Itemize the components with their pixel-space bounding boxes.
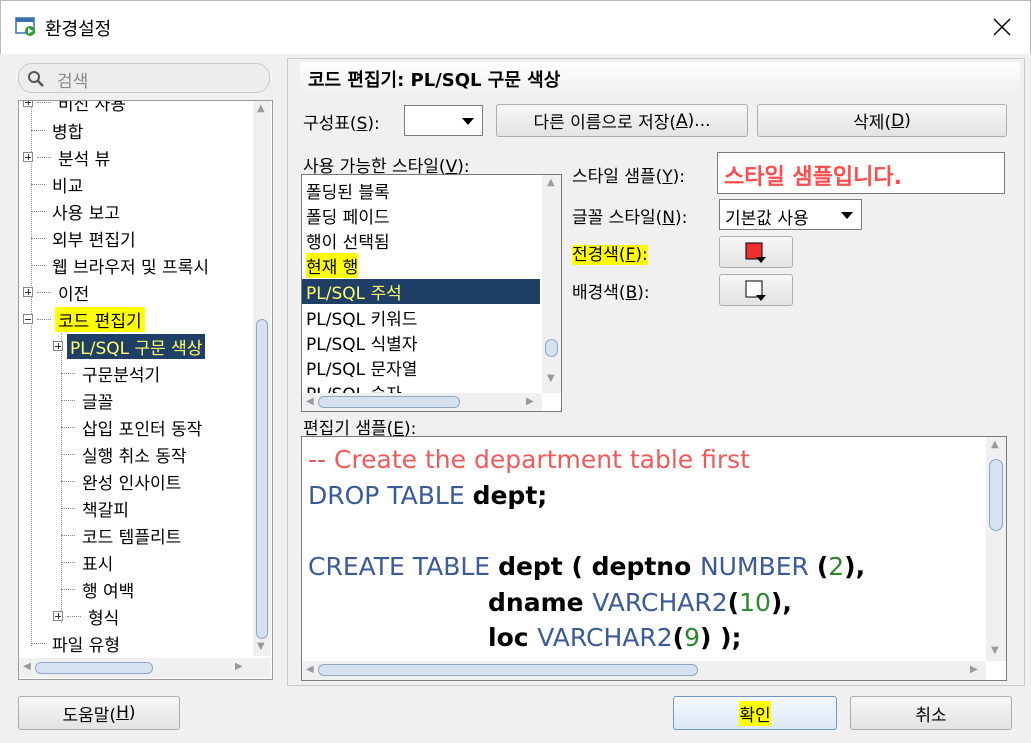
list-item[interactable]: 폴딩 페이드	[302, 203, 540, 228]
tree-item-caret-behavior[interactable]: 삽입 포인터 동작	[61, 414, 205, 440]
expand-icon[interactable]	[53, 611, 63, 621]
ok-button[interactable]: 확인	[673, 696, 837, 730]
tree-item-analysis-view[interactable]: 분석 뷰	[23, 144, 113, 170]
list-item[interactable]: PL/SQL 키워드	[302, 305, 540, 330]
list-item-selected[interactable]: PL/SQL 주석	[302, 279, 540, 304]
list-item[interactable]: 폴딩된 블록	[302, 178, 540, 203]
styles-list[interactable]: 폴딩된 블록 폴딩 페이드 행이 선택됨 현재 행 PL/SQL 주석 PL/S…	[301, 174, 562, 412]
code-line-dname: dname VARCHAR2(10),	[488, 588, 792, 617]
list-item[interactable]: 현재 행	[302, 253, 540, 278]
font-style-label: 글꼴 스타일(N):	[572, 208, 688, 228]
tree-item-completion-insight[interactable]: 완성 인사이트	[61, 468, 184, 494]
font-style-select[interactable]: 기본값 사용	[719, 199, 862, 230]
expand-icon[interactable]	[23, 101, 33, 107]
tree-item-plsql-syntax-colors[interactable]: PL/SQL 구문 색상	[53, 333, 206, 359]
tree-horizontal-scrollbar[interactable]: ◀ ▶	[19, 658, 271, 678]
close-button[interactable]	[981, 9, 1023, 45]
preferences-tree: 비전 사용 병합 분석 뷰 비교 사용 보고 외부 편집기 웹 브라우저 및 프…	[18, 100, 273, 680]
cancel-button[interactable]: 취소	[850, 696, 1012, 730]
styles-horizontal-scrollbar[interactable]: ◀ ▶	[302, 393, 542, 411]
expand-icon[interactable]	[23, 287, 33, 297]
list-item[interactable]: PL/SQL 숫자	[302, 380, 540, 394]
tree-vertical-scrollbar[interactable]: ▲ ▼	[253, 101, 271, 656]
search-icon	[28, 71, 44, 87]
tree-item-external-editor[interactable]: 외부 편집기	[31, 225, 139, 251]
code-comment: -- Create the department table first	[308, 445, 750, 474]
tree-item-file-types[interactable]: 파일 유형	[31, 630, 123, 656]
styles-vertical-scrollbar[interactable]: ▲ ▼	[542, 175, 561, 393]
list-item[interactable]: 행이 선택됨	[302, 228, 540, 253]
chevron-down-icon	[841, 211, 853, 219]
tree-item-font[interactable]: 글꼴	[61, 387, 116, 413]
tree-item-compare[interactable]: 비교	[31, 171, 86, 197]
tree-item-usage-report[interactable]: 사용 보고	[31, 198, 123, 224]
title-bar: 환경설정	[0, 0, 1031, 54]
preferences-dialog: 환경설정 검색 비전 사용 병합 분석 뷰 비교 사용 보고 외부 편집기 웹 …	[0, 0, 1031, 743]
list-item[interactable]: PL/SQL 식별자	[302, 330, 540, 355]
search-input[interactable]: 검색	[18, 63, 270, 93]
tree-item-format[interactable]: 형식	[53, 603, 122, 629]
background-color-button[interactable]	[719, 274, 793, 306]
tree-item-code-editor[interactable]: 코드 편집기	[23, 306, 145, 332]
color-swatch-icon	[745, 242, 766, 263]
scheme-select[interactable]	[404, 105, 483, 136]
collapse-icon[interactable]	[23, 314, 33, 324]
expand-icon[interactable]	[23, 152, 33, 162]
section-title: 코드 편집기: PL/SQL 구문 색상	[300, 62, 1020, 94]
delete-button[interactable]: 삭제(D)	[757, 104, 1007, 137]
style-sample-label: 스타일 샘플(Y):	[572, 167, 686, 187]
code-line-create: CREATE TABLE dept ( deptno NUMBER (2),	[308, 552, 866, 581]
style-sample-text: 스타일 샘플입니다.	[724, 165, 902, 190]
expand-icon[interactable]	[53, 341, 63, 351]
window-title: 환경설정	[45, 19, 112, 40]
tree-item-migration[interactable]: 이전	[23, 279, 92, 305]
editor-vertical-scrollbar[interactable]: ▲ ▼	[986, 437, 1006, 661]
tree-item-merge[interactable]: 병합	[31, 117, 86, 143]
scheme-label: 구성표(S):	[303, 114, 380, 134]
style-sample-box: 스타일 샘플입니다.	[717, 152, 1005, 194]
editor-sample: -- Create the department table first DRO…	[301, 436, 1007, 681]
tree-item-display[interactable]: 표시	[61, 549, 116, 575]
list-item[interactable]: PL/SQL 문자열	[302, 355, 540, 380]
chevron-down-icon	[462, 117, 474, 125]
tree-item-line-gutter[interactable]: 행 여백	[61, 576, 137, 602]
search-placeholder: 검색	[57, 72, 89, 92]
color-swatch-icon	[745, 280, 766, 301]
code-line-loc: loc VARCHAR2(9) );	[488, 623, 742, 652]
background-label: 배경색(B):	[572, 283, 650, 303]
app-icon	[15, 17, 35, 36]
foreground-label: 전경색(F):	[572, 245, 648, 265]
tree-item-code-templates[interactable]: 코드 템플리트	[61, 522, 184, 548]
tree-item-undo-behavior[interactable]: 실행 취소 동작	[61, 441, 190, 467]
foreground-color-button[interactable]	[719, 236, 793, 268]
tree-item-bookmarks[interactable]: 책갈피	[61, 495, 132, 521]
tree-item-partial[interactable]: 비전 사용	[23, 101, 129, 115]
tree-item-web-browser[interactable]: 웹 브라우저 및 프록시	[31, 252, 212, 278]
code-line-drop: DROP TABLE dept;	[308, 481, 548, 510]
tree-item-parser[interactable]: 구문분석기	[61, 360, 163, 386]
save-as-button[interactable]: 다른 이름으로 저장(A)...	[496, 104, 748, 137]
close-icon	[993, 18, 1011, 36]
editor-horizontal-scrollbar[interactable]: ◀ ▶	[302, 661, 986, 680]
help-button[interactable]: 도움말(H)	[18, 696, 180, 730]
